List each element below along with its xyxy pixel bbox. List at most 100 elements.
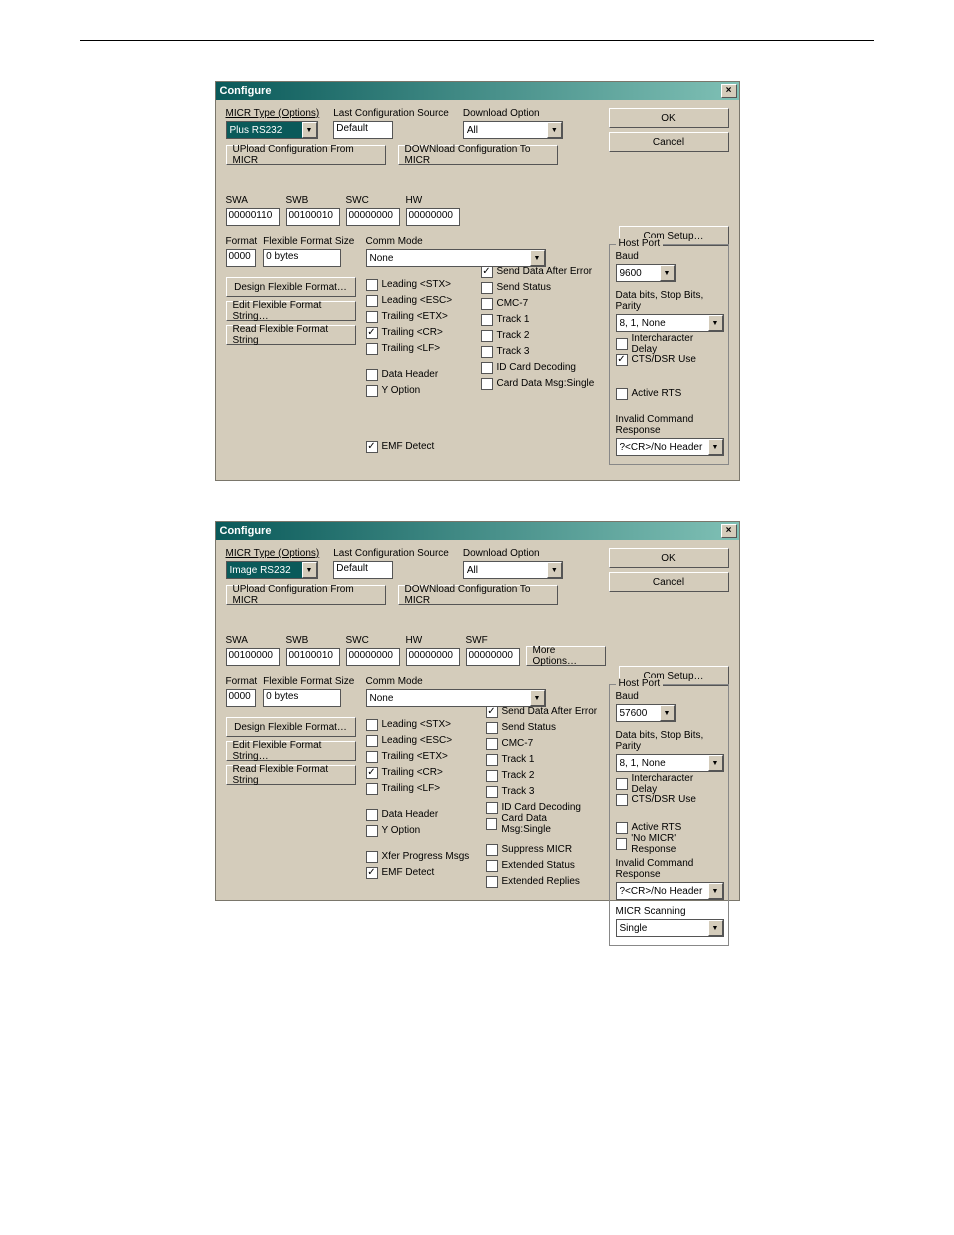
comm-mode-combo[interactable]: None ▼ xyxy=(366,249,546,267)
ffs-label: Flexible Format Size xyxy=(263,236,354,247)
read-flex-fmt-button[interactable]: Read Flexible Format String xyxy=(226,765,356,785)
track3-check[interactable]: Track 3 xyxy=(481,344,599,359)
cmc7-check[interactable]: CMC-7 xyxy=(481,296,599,311)
cancel-button[interactable]: Cancel xyxy=(609,132,729,152)
baud-combo[interactable]: 9600 ▼ xyxy=(616,264,676,282)
data-header-check[interactable]: Data Header xyxy=(366,807,476,822)
chevron-down-icon[interactable]: ▼ xyxy=(530,690,545,706)
format-field[interactable]: 0000 xyxy=(226,249,256,267)
leading-esc-check[interactable]: Leading <ESC> xyxy=(366,293,471,308)
ok-button[interactable]: OK xyxy=(609,108,729,128)
upload-config-button[interactable]: UPload Configuration From MICR xyxy=(226,145,386,165)
hw-field[interactable]: 00000000 xyxy=(406,208,460,226)
emf-detect-check[interactable]: ✓EMF Detect xyxy=(366,439,471,454)
data-header-check[interactable]: Data Header xyxy=(366,367,471,382)
chevron-down-icon[interactable]: ▼ xyxy=(708,439,723,455)
send-status-check[interactable]: Send Status xyxy=(481,280,599,295)
close-icon[interactable]: × xyxy=(721,84,737,98)
more-options-button[interactable]: More Options… xyxy=(526,646,606,666)
track3-check[interactable]: Track 3 xyxy=(486,784,599,799)
trailing-lf-check[interactable]: Trailing <LF> xyxy=(366,781,476,796)
chevron-down-icon[interactable]: ▼ xyxy=(302,122,317,138)
swc-field[interactable]: 00000000 xyxy=(346,648,400,666)
card-data-msg-check[interactable]: Card Data Msg:Single xyxy=(486,816,599,831)
interchar-delay-check[interactable]: Intercharacter Delay xyxy=(616,336,722,351)
last-config-field: Default xyxy=(333,561,393,579)
dbsbp-combo[interactable]: 8, 1, None ▼ xyxy=(616,314,724,332)
baud-combo[interactable]: 57600 ▼ xyxy=(616,704,676,722)
trailing-etx-check[interactable]: Trailing <ETX> xyxy=(366,749,476,764)
send-status-check[interactable]: Send Status xyxy=(486,720,599,735)
trailing-cr-check[interactable]: ✓Trailing <CR> xyxy=(366,765,476,780)
host-port-group: Host Port Baud 57600 ▼ Data bits, Stop B… xyxy=(609,684,729,946)
card-data-msg-check[interactable]: Card Data Msg:Single xyxy=(481,376,599,391)
ok-button[interactable]: OK xyxy=(609,548,729,568)
last-config-field: Default xyxy=(333,121,393,139)
no-micr-response-check[interactable]: 'No MICR' Response xyxy=(616,836,722,851)
download-config-button[interactable]: DOWNload Configuration To MICR xyxy=(398,585,558,605)
edit-flex-fmt-button[interactable]: Edit Flexible Format String… xyxy=(226,301,356,321)
micr-type-combo[interactable]: Plus RS232 ▼ xyxy=(226,121,318,139)
chevron-down-icon[interactable]: ▼ xyxy=(530,250,545,266)
chevron-down-icon[interactable]: ▼ xyxy=(708,920,723,936)
dbsbp-combo[interactable]: 8, 1, None ▼ xyxy=(616,754,724,772)
read-flex-fmt-button[interactable]: Read Flexible Format String xyxy=(226,325,356,345)
track2-check[interactable]: Track 2 xyxy=(486,768,599,783)
hw-label: HW xyxy=(406,195,460,206)
swa-label: SWA xyxy=(226,635,280,646)
swb-field[interactable]: 00100010 xyxy=(286,648,340,666)
close-icon[interactable]: × xyxy=(721,524,737,538)
icr-combo[interactable]: ?<CR>/No Header ▼ xyxy=(616,882,724,900)
micr-scanning-combo[interactable]: Single ▼ xyxy=(616,919,724,937)
swf-field[interactable]: 00000000 xyxy=(466,648,520,666)
chevron-down-icon[interactable]: ▼ xyxy=(547,562,562,578)
trailing-lf-check[interactable]: Trailing <LF> xyxy=(366,341,471,356)
active-rts-check[interactable]: Active RTS xyxy=(616,386,722,401)
edit-flex-fmt-button[interactable]: Edit Flexible Format String… xyxy=(226,741,356,761)
xfer-progress-check[interactable]: Xfer Progress Msgs xyxy=(366,849,476,864)
micr-type-combo[interactable]: Image RS232 ▼ xyxy=(226,561,318,579)
chevron-down-icon[interactable]: ▼ xyxy=(302,562,317,578)
trailing-cr-check[interactable]: ✓Trailing <CR> xyxy=(366,325,471,340)
comm-mode-combo[interactable]: None ▼ xyxy=(366,689,546,707)
track1-check[interactable]: Track 1 xyxy=(486,752,599,767)
y-option-check[interactable]: Y Option xyxy=(366,383,471,398)
id-card-decode-check[interactable]: ID Card Decoding xyxy=(481,360,599,375)
chevron-down-icon[interactable]: ▼ xyxy=(660,705,675,721)
y-option-check[interactable]: Y Option xyxy=(366,823,476,838)
swb-field[interactable]: 00100010 xyxy=(286,208,340,226)
swa-field[interactable]: 00100000 xyxy=(226,648,280,666)
icr-label: Invalid Command Response xyxy=(616,414,722,436)
design-flex-fmt-button[interactable]: Design Flexible Format… xyxy=(226,277,356,297)
track2-check[interactable]: Track 2 xyxy=(481,328,599,343)
interchar-delay-check[interactable]: Intercharacter Delay xyxy=(616,776,722,791)
leading-esc-check[interactable]: Leading <ESC> xyxy=(366,733,476,748)
leading-stx-check[interactable]: Leading <STX> xyxy=(366,277,471,292)
suppress-micr-check[interactable]: Suppress MICR xyxy=(486,842,599,857)
cmc7-check[interactable]: CMC-7 xyxy=(486,736,599,751)
chevron-down-icon[interactable]: ▼ xyxy=(660,265,675,281)
emf-detect-check[interactable]: ✓EMF Detect xyxy=(366,865,476,880)
extended-replies-check[interactable]: Extended Replies xyxy=(486,874,599,889)
chevron-down-icon[interactable]: ▼ xyxy=(708,755,723,771)
extended-status-check[interactable]: Extended Status xyxy=(486,858,599,873)
chevron-down-icon[interactable]: ▼ xyxy=(708,883,723,899)
swa-label: SWA xyxy=(226,195,280,206)
hw-field[interactable]: 00000000 xyxy=(406,648,460,666)
download-option-combo[interactable]: All ▼ xyxy=(463,121,563,139)
upload-config-button[interactable]: UPload Configuration From MICR xyxy=(226,585,386,605)
swc-field[interactable]: 00000000 xyxy=(346,208,400,226)
download-config-button[interactable]: DOWNload Configuration To MICR xyxy=(398,145,558,165)
chevron-down-icon[interactable]: ▼ xyxy=(547,122,562,138)
chevron-down-icon[interactable]: ▼ xyxy=(708,315,723,331)
trailing-etx-check[interactable]: Trailing <ETX> xyxy=(366,309,471,324)
ffs-field: 0 bytes xyxy=(263,689,341,707)
design-flex-fmt-button[interactable]: Design Flexible Format… xyxy=(226,717,356,737)
track1-check[interactable]: Track 1 xyxy=(481,312,599,327)
leading-stx-check[interactable]: Leading <STX> xyxy=(366,717,476,732)
swa-field[interactable]: 00000110 xyxy=(226,208,280,226)
icr-combo[interactable]: ?<CR>/No Header ▼ xyxy=(616,438,724,456)
format-field[interactable]: 0000 xyxy=(226,689,256,707)
download-option-combo[interactable]: All ▼ xyxy=(463,561,563,579)
cancel-button[interactable]: Cancel xyxy=(609,572,729,592)
